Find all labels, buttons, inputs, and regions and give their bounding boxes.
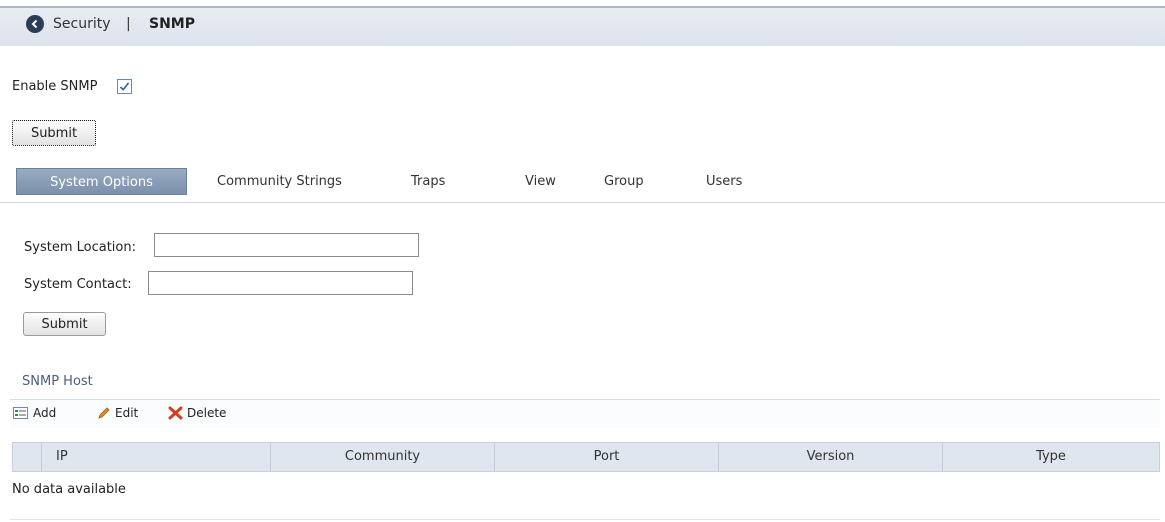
column-port[interactable]: Port (494, 443, 718, 471)
column-version[interactable]: Version (718, 443, 942, 471)
snmp-host-table-header: IP Community Port Version Type (12, 442, 1160, 472)
snmp-host-title: SNMP Host (22, 374, 93, 389)
tab-system-options[interactable]: System Options (16, 168, 187, 195)
snmp-host-toolbar: Add Edit Delete (10, 399, 1160, 428)
edit-pencil-icon (98, 407, 110, 419)
enable-submit-button[interactable]: Submit (12, 120, 96, 146)
enable-snmp-checkbox[interactable] (117, 79, 132, 94)
tab-users[interactable]: Users (706, 168, 742, 195)
system-location-input[interactable] (154, 233, 419, 257)
tab-community-strings[interactable]: Community Strings (217, 168, 342, 195)
system-location-label: System Location: (24, 240, 136, 255)
select-column-header[interactable] (13, 443, 41, 471)
enable-snmp-label: Enable SNMP (12, 79, 98, 94)
empty-table-message: No data available (12, 482, 126, 497)
tab-view[interactable]: View (525, 168, 556, 195)
column-community[interactable]: Community (270, 443, 494, 471)
column-type[interactable]: Type (942, 443, 1159, 471)
tab-divider (0, 202, 1165, 203)
delete-button[interactable]: Delete (168, 406, 226, 420)
tab-group[interactable]: Group (604, 168, 644, 195)
breadcrumb-parent[interactable]: Security (53, 16, 111, 32)
edit-label: Edit (115, 406, 139, 420)
system-contact-label: System Contact: (24, 277, 132, 292)
page-title: SNMP (149, 16, 195, 32)
checkmark-icon (119, 82, 130, 91)
add-button[interactable]: Add (13, 406, 56, 420)
system-options-submit-button[interactable]: Submit (23, 312, 106, 336)
add-icon (13, 407, 28, 419)
edit-button[interactable]: Edit (97, 406, 138, 420)
breadcrumb-bar: Security | SNMP (0, 6, 1165, 46)
back-icon[interactable] (26, 15, 44, 33)
breadcrumb-separator: | (126, 16, 131, 32)
column-ip[interactable]: IP (41, 443, 270, 471)
add-label: Add (33, 406, 57, 420)
tab-traps[interactable]: Traps (411, 168, 445, 195)
system-contact-input[interactable] (148, 271, 413, 295)
delete-label: Delete (187, 406, 227, 420)
table-bottom-border (10, 519, 1160, 520)
delete-x-icon (168, 406, 183, 420)
